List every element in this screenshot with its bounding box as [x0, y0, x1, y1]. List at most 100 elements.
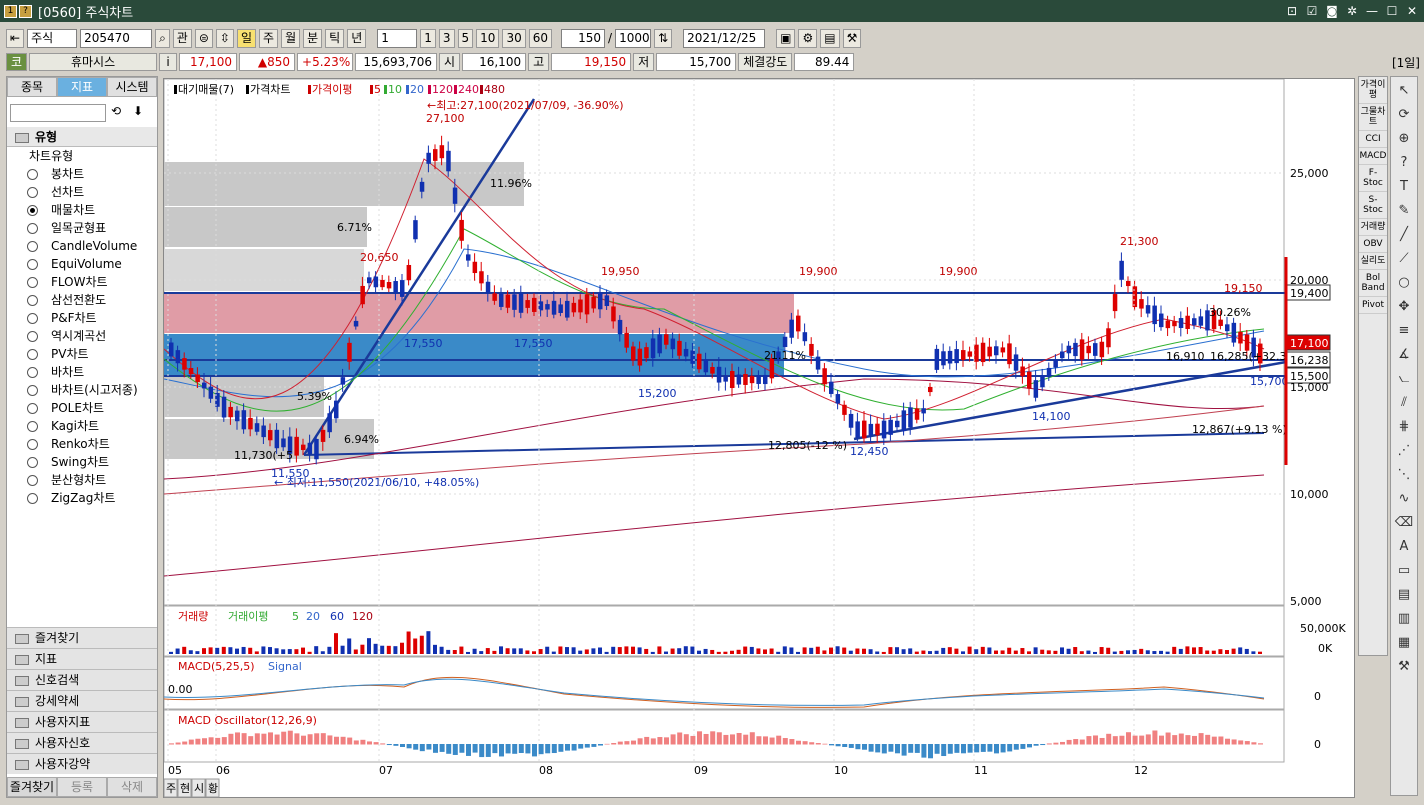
text-icon[interactable]: T: [1394, 177, 1414, 197]
tools-icon[interactable]: ⚒: [842, 28, 862, 48]
sidebar-group[interactable]: 사용자신호: [7, 732, 157, 753]
indicator-search-input[interactable]: [10, 104, 106, 122]
market-select[interactable]: 주식: [27, 28, 78, 48]
chart-type-item[interactable]: EquiVolume: [7, 255, 157, 273]
sidebar-group[interactable]: 지표: [7, 648, 157, 669]
chart-type-item[interactable]: CandleVolume: [7, 237, 157, 255]
settings-icon[interactable]: ⚙: [798, 28, 818, 48]
section-header[interactable]: 유형: [7, 127, 157, 147]
data-icon[interactable]: ▦: [1394, 633, 1414, 653]
interval-60[interactable]: 60: [528, 28, 553, 48]
stat-icon[interactable]: ▥: [1394, 609, 1414, 629]
quick-indicator-button[interactable]: OBV: [1359, 236, 1387, 253]
quick-indicator-button[interactable]: 가격이평: [1359, 77, 1387, 104]
save-icon[interactable]: ☑: [1304, 3, 1320, 19]
date-select[interactable]: 2021/12/25: [683, 28, 766, 48]
chart-type-item[interactable]: 선차트: [7, 183, 157, 201]
period-week[interactable]: 주: [259, 28, 279, 48]
count-input[interactable]: 150: [561, 28, 606, 48]
tab-system[interactable]: 시스템: [107, 77, 157, 97]
radio-icon[interactable]: [27, 169, 38, 180]
screen-icon[interactable]: ▭: [1394, 561, 1414, 581]
radio-icon[interactable]: [27, 457, 38, 468]
parallel-icon[interactable]: ⫽: [1394, 393, 1414, 413]
rotate-icon[interactable]: ⟳: [1394, 105, 1414, 125]
radio-icon[interactable]: [27, 277, 38, 288]
zoom-icon[interactable]: ⇅: [654, 28, 673, 48]
group-header[interactable]: 차트유형: [7, 147, 73, 165]
radio-icon[interactable]: [27, 385, 38, 396]
search-icon[interactable]: ⌕: [155, 28, 170, 48]
chart-type-item[interactable]: 역시계곡선: [7, 327, 157, 345]
tab-delete[interactable]: 삭제: [107, 777, 157, 797]
quick-indicator-button[interactable]: 그물차트: [1359, 104, 1387, 131]
chart-type-item[interactable]: 일목균형표: [7, 219, 157, 237]
period-year[interactable]: 년: [347, 28, 367, 48]
chart-type-item[interactable]: Renko차트: [7, 435, 157, 453]
help-icon[interactable]: ?: [19, 4, 32, 18]
sidebar-group[interactable]: 신호검색: [7, 669, 157, 690]
chart-type-item[interactable]: 바차트(시고저종): [7, 381, 157, 399]
radio-icon[interactable]: [27, 475, 38, 486]
interval-1[interactable]: 1: [420, 28, 436, 48]
radio-icon[interactable]: [27, 241, 38, 252]
chart-canvas[interactable]: ←최고:27,100(2021/07/09, -36.90%)27,100 20,…: [164, 79, 1356, 799]
disk-icon[interactable]: ▤: [820, 28, 840, 48]
interval-30[interactable]: 30: [502, 28, 526, 48]
gear-icon[interactable]: ✲: [1344, 3, 1360, 19]
sidebar-group[interactable]: 사용자강약: [7, 753, 157, 774]
chart-tool-icon[interactable]: ▣: [776, 28, 796, 48]
radio-icon[interactable]: [27, 421, 38, 432]
quick-indicator-button[interactable]: F-Stoc: [1359, 165, 1387, 192]
interval-3[interactable]: 3: [438, 28, 455, 48]
chart-type-item[interactable]: 매물차트: [7, 201, 157, 219]
download-icon[interactable]: ⬇: [133, 104, 143, 118]
radio-icon[interactable]: [27, 367, 38, 378]
quick-indicator-button[interactable]: 거래량: [1359, 219, 1387, 236]
quick-indicator-button[interactable]: Pivot: [1359, 297, 1387, 314]
radio-icon[interactable]: [27, 349, 38, 360]
radio-icon[interactable]: [27, 493, 38, 504]
minimize-button[interactable]: —: [1364, 3, 1380, 19]
all-icon[interactable]: ⊕: [1394, 129, 1414, 149]
radio-icon[interactable]: [27, 223, 38, 234]
interval-5[interactable]: 5: [457, 28, 474, 48]
tab-indicator[interactable]: 지표: [57, 77, 107, 97]
query-button[interactable]: 관: [172, 28, 192, 48]
gann-icon[interactable]: ⋰: [1394, 441, 1414, 461]
quick-indicator-button[interactable]: 실리도: [1359, 253, 1387, 270]
camera-icon[interactable]: ◙: [1324, 3, 1340, 19]
quick-indicator-button[interactable]: Bol Band: [1359, 270, 1387, 297]
maximize-button[interactable]: ☐: [1384, 3, 1400, 19]
updown-icon[interactable]: ⇳: [215, 28, 234, 48]
eraser-icon[interactable]: ⌫: [1394, 513, 1414, 533]
radio-icon[interactable]: [27, 187, 38, 198]
line-icon[interactable]: ╱: [1394, 225, 1414, 245]
pen-icon[interactable]: ✎: [1394, 201, 1414, 221]
doc-icon[interactable]: ▤: [1394, 585, 1414, 605]
link-icon[interactable]: ⊡: [1284, 3, 1300, 19]
quick-indicator-button[interactable]: MACD: [1359, 148, 1387, 165]
chart-type-item[interactable]: P&F차트: [7, 309, 157, 327]
tab-stock[interactable]: 종목: [7, 77, 57, 97]
chart-type-item[interactable]: 분산형차트: [7, 471, 157, 489]
channel-icon[interactable]: ≡: [1394, 321, 1414, 341]
radio-icon[interactable]: [27, 295, 38, 306]
interval-select[interactable]: 1: [377, 28, 418, 48]
radio-icon[interactable]: [27, 205, 38, 216]
wrench-icon[interactable]: ⚒: [1394, 657, 1414, 677]
interval-10[interactable]: 10: [476, 28, 500, 48]
period-tick[interactable]: 틱: [325, 28, 345, 48]
prev-stock-icon[interactable]: ⇤: [6, 28, 25, 48]
chart-type-item[interactable]: 삼선전환도: [7, 291, 157, 309]
chart-type-item[interactable]: 봉차트: [7, 165, 157, 183]
period-month[interactable]: 월: [281, 28, 301, 48]
angle-icon[interactable]: ⦦: [1394, 369, 1414, 389]
help-icon[interactable]: ?: [1394, 153, 1414, 173]
fan-icon[interactable]: ⋱: [1394, 465, 1414, 485]
radio-icon[interactable]: [27, 439, 38, 450]
chart-type-item[interactable]: POLE차트: [7, 399, 157, 417]
cursor-icon[interactable]: ↖: [1394, 81, 1414, 101]
wave-icon[interactable]: ∿: [1394, 489, 1414, 509]
sidebar-group[interactable]: 즐겨찾기: [7, 627, 157, 648]
